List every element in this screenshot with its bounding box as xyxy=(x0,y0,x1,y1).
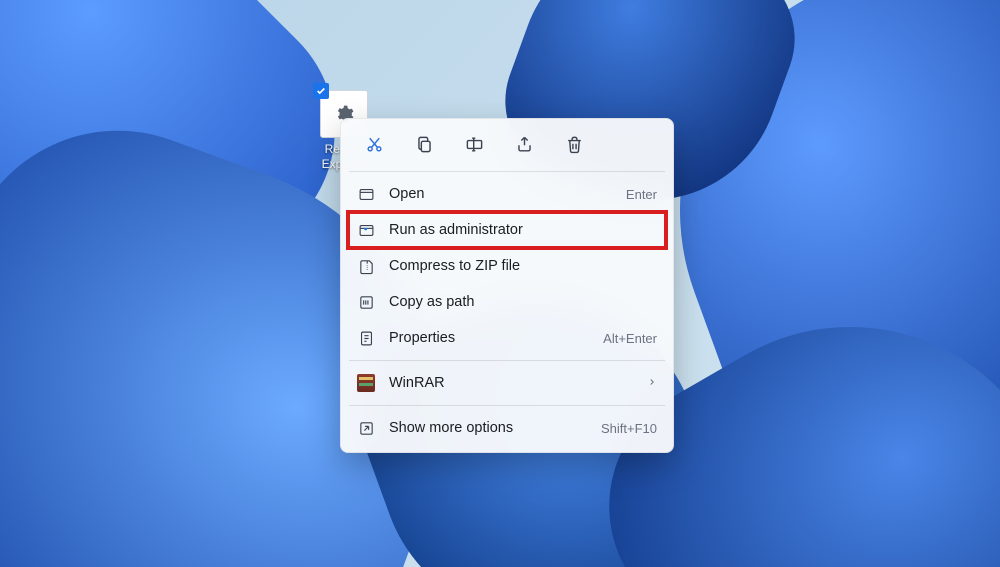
menu-item-label: Properties xyxy=(389,330,589,346)
cut-icon[interactable] xyxy=(361,131,387,157)
menu-item-accelerator: Alt+Enter xyxy=(603,331,657,346)
menu-item-accelerator: Enter xyxy=(626,187,657,202)
menu-item-label: Show more options xyxy=(389,420,587,436)
zip-icon xyxy=(357,257,375,275)
menu-item-winrar[interactable]: WinRAR xyxy=(347,365,667,401)
submenu-chevron-icon xyxy=(647,376,657,390)
divider xyxy=(349,405,665,406)
menu-item-open[interactable]: Open Enter xyxy=(347,176,667,212)
copy-icon[interactable] xyxy=(411,131,437,157)
show-more-icon xyxy=(357,419,375,437)
context-menu: Open Enter Run as administrator Compress… xyxy=(340,118,674,453)
rename-icon[interactable] xyxy=(461,131,487,157)
menu-item-label: Run as administrator xyxy=(389,222,657,238)
share-icon[interactable] xyxy=(511,131,537,157)
divider xyxy=(349,360,665,361)
menu-item-accelerator: Shift+F10 xyxy=(601,421,657,436)
open-icon xyxy=(357,185,375,203)
menu-item-copy-path[interactable]: Copy as path xyxy=(347,284,667,320)
winrar-icon xyxy=(357,374,375,392)
shield-admin-icon xyxy=(357,221,375,239)
copy-path-icon xyxy=(357,293,375,311)
selected-check-badge xyxy=(313,83,329,99)
properties-icon xyxy=(357,329,375,347)
menu-item-label: Open xyxy=(389,186,612,202)
menu-item-label: WinRAR xyxy=(389,375,633,391)
menu-item-properties[interactable]: Properties Alt+Enter xyxy=(347,320,667,356)
menu-item-run-admin[interactable]: Run as administrator xyxy=(347,212,667,248)
divider xyxy=(349,171,665,172)
context-menu-action-row xyxy=(347,125,667,167)
menu-item-label: Compress to ZIP file xyxy=(389,258,657,274)
delete-icon[interactable] xyxy=(561,131,587,157)
menu-item-label: Copy as path xyxy=(389,294,657,310)
menu-item-show-more[interactable]: Show more options Shift+F10 xyxy=(347,410,667,446)
menu-item-compress[interactable]: Compress to ZIP file xyxy=(347,248,667,284)
